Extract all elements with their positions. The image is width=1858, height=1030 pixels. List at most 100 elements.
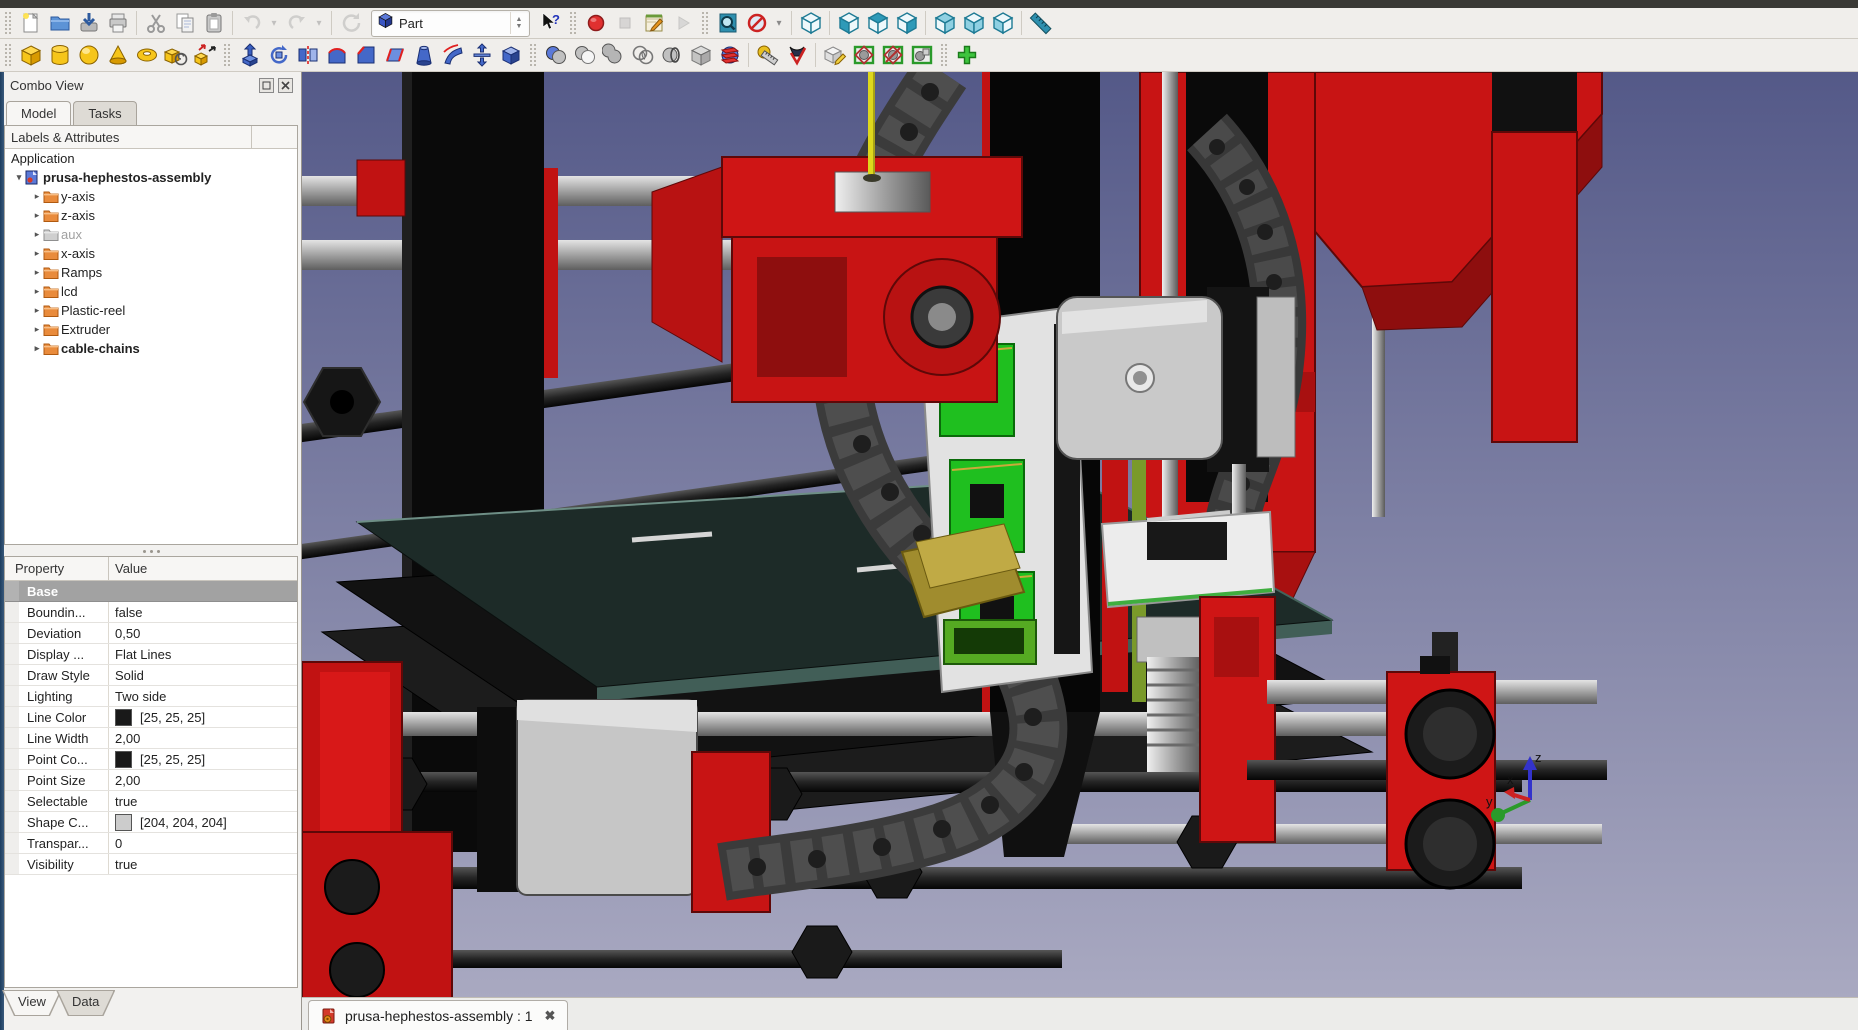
top-view-icon[interactable] <box>864 10 891 37</box>
tree-item-lcd[interactable]: ▸lcd <box>5 282 297 301</box>
undo-icon[interactable] <box>238 10 265 37</box>
extrude-icon[interactable] <box>236 42 263 69</box>
draw-style-icon[interactable] <box>743 10 770 37</box>
tab-model[interactable]: Model <box>6 101 71 125</box>
cut-icon[interactable] <box>142 10 169 37</box>
dock-float-button[interactable] <box>259 78 274 93</box>
tree-item-y-axis[interactable]: ▸y-axis <box>5 187 297 206</box>
document-tab-close-icon[interactable]: ✖ <box>541 1008 556 1024</box>
property-row[interactable]: Line Color[25, 25, 25] <box>5 707 297 728</box>
toolbar-grip[interactable] <box>4 44 13 66</box>
cylinder-icon[interactable] <box>46 42 73 69</box>
boolean-common-icon[interactable] <box>629 42 656 69</box>
toolbar-grip[interactable] <box>223 44 232 66</box>
macro-edit-icon[interactable] <box>640 10 667 37</box>
open-file-icon[interactable] <box>46 10 73 37</box>
measure-linear-icon[interactable] <box>754 42 781 69</box>
front-view-icon[interactable] <box>835 10 862 37</box>
right-view-icon[interactable] <box>893 10 920 37</box>
collapsed-arrow-icon[interactable]: ▸ <box>31 248 43 259</box>
tree-root-application[interactable]: Application <box>5 149 297 168</box>
boolean-icon[interactable] <box>542 42 569 69</box>
paste-icon[interactable] <box>200 10 227 37</box>
property-row[interactable]: Line Width2,00 <box>5 728 297 749</box>
left-view-icon[interactable] <box>989 10 1016 37</box>
save-icon[interactable] <box>75 10 102 37</box>
measure-toggle-delta-icon[interactable] <box>908 42 935 69</box>
tree-item-plastic-reel[interactable]: ▸Plastic-reel <box>5 301 297 320</box>
tree-item-extruder[interactable]: ▸Extruder <box>5 320 297 339</box>
add-icon[interactable] <box>953 42 980 69</box>
shape-builder-icon[interactable] <box>191 42 218 69</box>
tree-item-prusa-hephestos-assembly[interactable]: ▾prusa-hephestos-assembly <box>5 168 297 187</box>
tree-item-x-axis[interactable]: ▸x-axis <box>5 244 297 263</box>
property-row[interactable]: LightingTwo side <box>5 686 297 707</box>
property-row[interactable]: Point Co...[25, 25, 25] <box>5 749 297 770</box>
thickness-icon[interactable] <box>497 42 524 69</box>
sweep-icon[interactable] <box>439 42 466 69</box>
property-row[interactable]: Selectabletrue <box>5 791 297 812</box>
tab-data[interactable]: Data <box>56 990 115 1016</box>
loft-icon[interactable] <box>410 42 437 69</box>
create-primitives-icon[interactable] <box>162 42 189 69</box>
box-icon[interactable] <box>17 42 44 69</box>
property-row[interactable]: Visibilitytrue <box>5 854 297 875</box>
torus-icon[interactable] <box>133 42 160 69</box>
chamfer-icon[interactable] <box>352 42 379 69</box>
tree-item-cable-chains[interactable]: ▸cable-chains <box>5 339 297 358</box>
toolbar-grip[interactable] <box>529 44 538 66</box>
tab-tasks[interactable]: Tasks <box>73 101 136 125</box>
revolve-icon[interactable] <box>265 42 292 69</box>
toolbar-grip[interactable] <box>569 12 578 34</box>
property-row[interactable]: Display ...Flat Lines <box>5 644 297 665</box>
property-row[interactable]: Transpar...0 <box>5 833 297 854</box>
fit-all-icon[interactable] <box>714 10 741 37</box>
macro-play-icon[interactable] <box>669 10 696 37</box>
bottom-view-icon[interactable] <box>960 10 987 37</box>
collapsed-arrow-icon[interactable]: ▸ <box>31 191 43 202</box>
toolbar-grip[interactable] <box>4 12 13 34</box>
property-row[interactable]: Shape C...[204, 204, 204] <box>5 812 297 833</box>
axonometric-view-icon[interactable] <box>797 10 824 37</box>
boolean-union-icon[interactable] <box>600 42 627 69</box>
measure-toggle-3d-icon[interactable] <box>879 42 906 69</box>
measure-angular-icon[interactable] <box>783 42 810 69</box>
fillet-icon[interactable] <box>323 42 350 69</box>
collapsed-arrow-icon[interactable]: ▸ <box>31 229 43 240</box>
macro-record-icon[interactable] <box>582 10 609 37</box>
measure-toggle-all-icon[interactable] <box>850 42 877 69</box>
tree-item-ramps[interactable]: ▸Ramps <box>5 263 297 282</box>
redo-dropdown-icon[interactable]: ▾ <box>312 10 326 37</box>
collapsed-arrow-icon[interactable]: ▸ <box>31 210 43 221</box>
property-header[interactable]: Property Value <box>5 557 297 581</box>
dock-splitter[interactable] <box>4 547 298 556</box>
refresh-icon[interactable] <box>337 10 364 37</box>
property-row[interactable]: Boundin...false <box>5 602 297 623</box>
boolean-section-icon[interactable] <box>658 42 685 69</box>
workbench-spinner[interactable]: ▲▼ <box>510 12 527 34</box>
copy-icon[interactable] <box>171 10 198 37</box>
3d-scene[interactable]: z y x <box>302 72 1858 998</box>
redo-icon[interactable] <box>283 10 310 37</box>
ruled-surface-icon[interactable] <box>381 42 408 69</box>
new-file-icon[interactable] <box>17 10 44 37</box>
property-row[interactable]: Draw StyleSolid <box>5 665 297 686</box>
tab-view[interactable]: View <box>2 990 62 1016</box>
3d-viewport[interactable]: z y x prusa-hephestos-assembly : 1 ✖ <box>302 72 1858 1030</box>
property-group-row[interactable]: Base <box>5 581 297 602</box>
macro-stop-icon[interactable] <box>611 10 638 37</box>
draw-style-dropdown-icon[interactable]: ▾ <box>772 10 786 37</box>
refine-shape-icon[interactable] <box>821 42 848 69</box>
whats-this-icon[interactable]: ? <box>537 10 564 37</box>
property-row[interactable]: Deviation0,50 <box>5 623 297 644</box>
cross-sections-icon[interactable] <box>716 42 743 69</box>
document-tab[interactable]: prusa-hephestos-assembly : 1 ✖ <box>308 1000 568 1030</box>
rear-view-icon[interactable] <box>931 10 958 37</box>
property-row[interactable]: Point Size2,00 <box>5 770 297 791</box>
tree-header[interactable]: Labels & Attributes <box>5 126 297 149</box>
expanded-arrow-icon[interactable]: ▾ <box>13 172 25 183</box>
toolbar-grip[interactable] <box>701 12 710 34</box>
offset-icon[interactable] <box>468 42 495 69</box>
sphere-icon[interactable] <box>75 42 102 69</box>
cone-icon[interactable] <box>104 42 131 69</box>
